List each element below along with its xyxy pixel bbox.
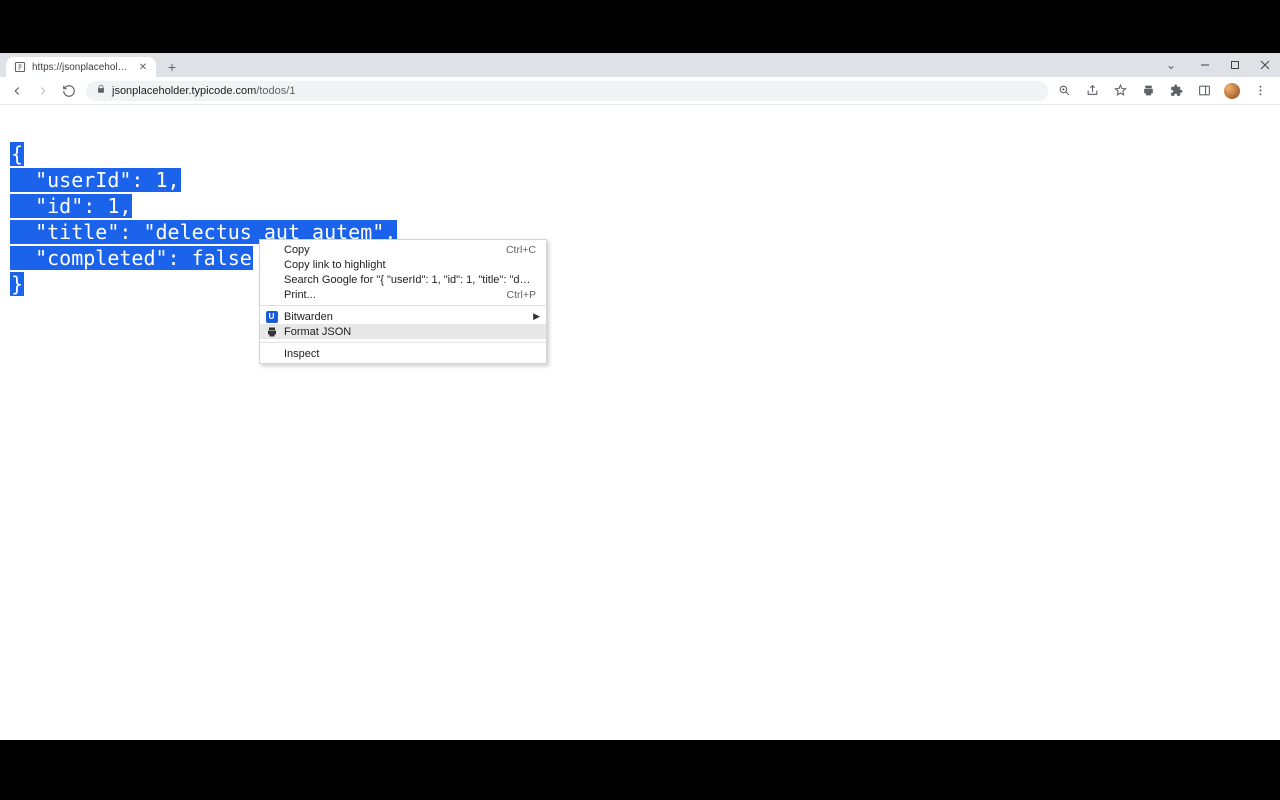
ctx-print[interactable]: Print... Ctrl+P bbox=[260, 287, 546, 302]
letterbox-bottom bbox=[0, 740, 1280, 800]
json-line: "id": 1, bbox=[10, 194, 132, 218]
maximize-button[interactable] bbox=[1220, 53, 1250, 77]
share-icon[interactable] bbox=[1084, 83, 1100, 99]
ctx-format-json[interactable]: Format JSON bbox=[260, 324, 546, 339]
browser-window: https://jsonplaceholder.typicode ✕ + jso… bbox=[0, 53, 1280, 740]
tab-search-icon[interactable]: ⌄ bbox=[1156, 53, 1186, 77]
extensions-icon[interactable] bbox=[1168, 83, 1184, 99]
submenu-arrow-icon: ▶ bbox=[533, 311, 540, 322]
ctx-inspect[interactable]: Inspect bbox=[260, 346, 546, 361]
context-menu: Copy Ctrl+C Copy link to highlight Searc… bbox=[259, 239, 547, 364]
json-line: "userId": 1, bbox=[10, 168, 181, 192]
json-line: "completed": false bbox=[10, 246, 253, 270]
reload-button[interactable] bbox=[60, 82, 78, 100]
window-controls: ⌄ bbox=[1156, 53, 1280, 77]
tab-title: https://jsonplaceholder.typicode bbox=[32, 62, 132, 73]
page-content: { "userId": 1, "id": 1, "title": "delect… bbox=[0, 105, 1280, 740]
bitwarden-icon: U bbox=[265, 310, 278, 323]
url-host: jsonplaceholder.typicode.com bbox=[112, 85, 256, 97]
ctx-bitwarden[interactable]: U Bitwarden ▶ bbox=[260, 309, 546, 324]
url-text: jsonplaceholder.typicode.com/todos/1 bbox=[112, 85, 1038, 97]
back-button[interactable] bbox=[8, 82, 26, 100]
ctx-separator bbox=[260, 305, 546, 306]
sidepanel-icon[interactable] bbox=[1196, 83, 1212, 99]
toolbar-right bbox=[1056, 83, 1272, 99]
tab-strip: https://jsonplaceholder.typicode ✕ + bbox=[0, 53, 1280, 77]
ctx-label: Copy bbox=[284, 244, 506, 256]
ctx-label: Inspect bbox=[284, 348, 536, 360]
browser-tab[interactable]: https://jsonplaceholder.typicode ✕ bbox=[6, 57, 156, 77]
ctx-separator bbox=[260, 342, 546, 343]
ctx-label: Print... bbox=[284, 289, 507, 301]
ctx-copy[interactable]: Copy Ctrl+C bbox=[260, 242, 546, 257]
ctx-shortcut: Ctrl+P bbox=[507, 289, 536, 301]
ctx-shortcut: Ctrl+C bbox=[506, 244, 536, 256]
forward-button[interactable] bbox=[34, 82, 52, 100]
menu-icon[interactable] bbox=[1252, 83, 1268, 99]
tab-close-icon[interactable]: ✕ bbox=[138, 62, 148, 72]
letterbox-top bbox=[0, 0, 1280, 53]
lock-icon bbox=[96, 84, 106, 97]
ctx-label: Format JSON bbox=[284, 326, 536, 338]
omnibox[interactable]: jsonplaceholder.typicode.com/todos/1 bbox=[86, 81, 1048, 101]
ctx-label: Bitwarden bbox=[284, 311, 536, 323]
json-response[interactable]: { "userId": 1, "id": 1, "title": "delect… bbox=[10, 115, 1270, 323]
close-window-button[interactable] bbox=[1250, 53, 1280, 77]
json-line: { bbox=[10, 142, 24, 166]
print-icon[interactable] bbox=[1140, 83, 1156, 99]
json-line: } bbox=[10, 272, 24, 296]
tab-favicon-icon bbox=[14, 61, 26, 73]
ctx-copy-link-highlight[interactable]: Copy link to highlight bbox=[260, 257, 546, 272]
address-bar: jsonplaceholder.typicode.com/todos/1 bbox=[0, 77, 1280, 105]
ctx-label: Search Google for "{ "userId": 1, "id": … bbox=[284, 274, 536, 286]
format-json-icon bbox=[265, 325, 278, 338]
url-path: /todos/1 bbox=[256, 85, 295, 97]
new-tab-button[interactable]: + bbox=[162, 57, 182, 77]
ctx-search-google[interactable]: Search Google for "{ "userId": 1, "id": … bbox=[260, 272, 546, 287]
star-icon[interactable] bbox=[1112, 83, 1128, 99]
ctx-label: Copy link to highlight bbox=[284, 259, 536, 271]
zoom-icon[interactable] bbox=[1056, 83, 1072, 99]
profile-avatar[interactable] bbox=[1224, 83, 1240, 99]
minimize-button[interactable] bbox=[1190, 53, 1220, 77]
